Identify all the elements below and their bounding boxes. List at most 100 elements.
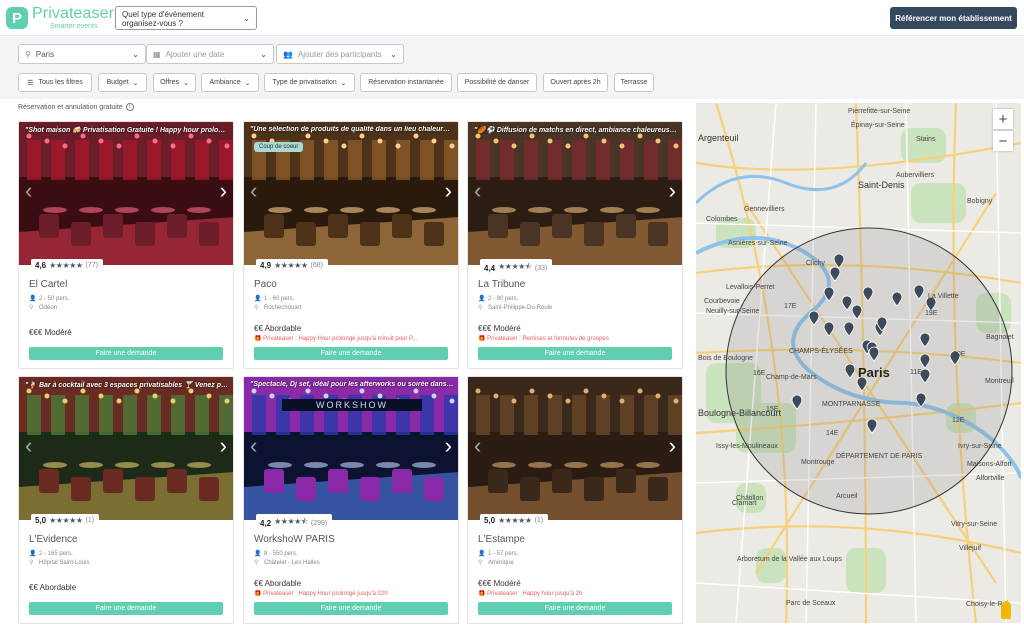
- venue-capacity: 👤 1 - 57 pers.: [478, 550, 518, 558]
- map-place-label: 14E: [826, 430, 839, 437]
- carousel-next-icon[interactable]: ›: [445, 180, 452, 202]
- venue-promo: 🎁 Privateaser : Happy Hour prolongé jusq…: [254, 335, 450, 342]
- location-pin-icon: ⚲: [254, 305, 259, 311]
- map-place-label: Champ-de-Mars: [766, 374, 817, 381]
- map-place-label: Colombes: [706, 216, 738, 223]
- park-area: [911, 183, 966, 223]
- carousel-prev-icon[interactable]: ‹: [25, 435, 32, 457]
- carousel-next-icon[interactable]: ›: [220, 180, 227, 202]
- zoom-out-button[interactable]: −: [993, 131, 1013, 151]
- info-icon[interactable]: i: [125, 103, 134, 111]
- map-place-label: Bagnolet: [986, 334, 1014, 341]
- participants-select[interactable]: 👥 Ajouter des participants ⌄: [276, 44, 404, 64]
- date-picker[interactable]: ▦ Ajouter une date ⌄: [146, 44, 274, 64]
- map-place-label: Villejuif: [959, 545, 982, 552]
- venue-card[interactable]: "Shot maison 🍻 Privatisation Gratuite ! …: [18, 121, 234, 369]
- privateaser-logo[interactable]: P Privateaser Smarter events: [6, 6, 114, 30]
- map-place-label: 11E: [910, 369, 922, 376]
- carousel-prev-icon[interactable]: ‹: [250, 435, 257, 457]
- participants-placeholder: Ajouter des participants: [297, 49, 382, 59]
- venue-photo[interactable]: [468, 122, 682, 265]
- venue-capacity: 👤 2 - 80 pers.: [478, 295, 519, 303]
- venue-photo[interactable]: [19, 122, 233, 265]
- rating-badge: 4,6 ★★★★★ (77): [31, 259, 103, 272]
- carousel-prev-icon[interactable]: ‹: [474, 180, 481, 202]
- date-placeholder: Ajouter une date: [165, 49, 225, 59]
- chip-label: Terrasse: [620, 79, 648, 86]
- venue-photo[interactable]: [468, 377, 682, 520]
- all-filters-button[interactable]: ☰ Tous les filtres: [18, 73, 92, 92]
- dancing-filter[interactable]: Possibilité de danser: [457, 73, 537, 92]
- request-button[interactable]: Faire une demande: [254, 602, 448, 615]
- venue-location-text: Rochechouart: [264, 304, 302, 311]
- chevron-down-icon: ⌄: [390, 49, 397, 59]
- venue-card[interactable]: "🏉⚽ Diffusion de matchs en direct, ambia…: [467, 121, 683, 369]
- carousel-prev-icon[interactable]: ‹: [250, 180, 257, 202]
- venue-location: ⚲ Saint-Philippe-Du-Roule: [478, 304, 552, 312]
- budget-filter[interactable]: Budget ⌄: [98, 73, 147, 92]
- map-place-label: Aubervilliers: [896, 172, 935, 179]
- venue-name[interactable]: Paco: [254, 279, 277, 290]
- venue-location-text: Hôpital Saint-Louis: [39, 559, 90, 566]
- request-button[interactable]: Faire une demande: [29, 602, 223, 615]
- event-type-select[interactable]: Quel type d'évènement organisez-vous ? ⌄: [115, 6, 257, 30]
- chip-label: Tous les filtres: [38, 79, 83, 86]
- people-icon: 👤: [254, 296, 262, 302]
- map-place-label: Montrouge: [801, 459, 835, 466]
- venue-name[interactable]: La Tribune: [478, 279, 525, 290]
- map-place-label: Stains: [916, 136, 936, 143]
- street-view-pegman-icon[interactable]: [1001, 601, 1011, 619]
- venue-promo-text: Privateaser : Remises et formules de gro…: [487, 336, 609, 342]
- carousel-next-icon[interactable]: ›: [669, 435, 676, 457]
- venue-photo[interactable]: WORKSHOW: [244, 377, 458, 520]
- map-place-label: Courbevoie: [704, 298, 740, 305]
- offers-filter[interactable]: Offres ⌄: [153, 73, 196, 92]
- carousel-prev-icon[interactable]: ‹: [25, 180, 32, 202]
- results-map[interactable]: + − Saint-Denis Argenteuil Pierrefitte-sur…: [696, 103, 1021, 623]
- venue-photo[interactable]: [19, 377, 233, 520]
- venue-capacity: 👤 2 - 165 pers.: [29, 550, 73, 558]
- carousel-next-icon[interactable]: ›: [220, 435, 227, 457]
- venue-name[interactable]: L'Evidence: [29, 534, 78, 545]
- request-button[interactable]: Faire une demande: [478, 347, 672, 360]
- rating-badge: 4,9 ★★★★★ (68): [256, 259, 328, 272]
- privatisation-type-filter[interactable]: Type de privatisation ⌄: [264, 73, 355, 92]
- instant-booking-filter[interactable]: Réservation instantanée: [360, 73, 452, 92]
- filter-bar: ⚲ Paris ⌄ ▦ Ajouter une date ⌄ 👥 Ajouter…: [0, 37, 1024, 99]
- venue-tagline: "🍹 Bar à cocktail avec 3 espaces privati…: [25, 382, 229, 389]
- venue-capacity-text: 2 - 80 pers.: [488, 295, 519, 302]
- map-place-label: Arcueil: [836, 493, 858, 500]
- request-button[interactable]: Faire une demande: [29, 347, 223, 360]
- venue-tagline: "Spectacle, Dj set, idéal pour les after…: [250, 381, 454, 388]
- venue-name[interactable]: L'Estampe: [478, 534, 525, 545]
- location-select[interactable]: ⚲ Paris ⌄: [18, 44, 146, 64]
- carousel-prev-icon[interactable]: ‹: [474, 435, 481, 457]
- carousel-next-icon[interactable]: ›: [669, 180, 676, 202]
- map-place-label: 15E: [766, 406, 779, 413]
- zoom-in-button[interactable]: +: [993, 109, 1013, 129]
- terrace-filter[interactable]: Terrasse: [614, 73, 654, 92]
- chevron-down-icon: ⌄: [183, 79, 189, 87]
- rating-stars-icon: ★★★★★: [49, 261, 83, 270]
- venue-name[interactable]: WorkshoW PARIS: [254, 534, 335, 545]
- request-button[interactable]: Faire une demande: [478, 602, 672, 615]
- sliders-icon: ☰: [27, 79, 34, 87]
- open-late-filter[interactable]: Ouvert après 2h: [543, 73, 608, 92]
- carousel-next-icon[interactable]: ›: [445, 435, 452, 457]
- request-button[interactable]: Faire une demande: [254, 347, 448, 360]
- ambiance-filter[interactable]: Ambiance ⌄: [201, 73, 259, 92]
- map-place-label: Gennevilliers: [744, 206, 785, 213]
- venue-card[interactable]: WORKSHOW "Spectacle, Dj set, idéal pour …: [243, 376, 459, 624]
- venue-card[interactable]: ‹ › 5,0 ★★★★★ (1) L'Estampe 👤 1 - 57 per…: [467, 376, 683, 624]
- map-place-label: Saint-Denis: [858, 180, 905, 190]
- venue-card[interactable]: "🍹 Bar à cocktail avec 3 espaces privati…: [18, 376, 234, 624]
- rating-score: 4,9: [260, 261, 272, 270]
- rating-badge: 4,2 ★★★★⯪ (298): [256, 514, 333, 532]
- venue-name[interactable]: El Cartel: [29, 279, 67, 290]
- review-count: (33): [534, 264, 548, 272]
- venue-tagline: "Shot maison 🍻 Privatisation Gratuite ! …: [25, 127, 229, 134]
- map-place-label: Issy-les-Moulineaux: [716, 443, 778, 450]
- venue-location-text: Châtelet - Les Halles: [264, 559, 320, 566]
- venue-card[interactable]: "Une sélection de produits de qualité da…: [243, 121, 459, 369]
- list-venue-button[interactable]: Référencer mon établissement: [890, 7, 1017, 29]
